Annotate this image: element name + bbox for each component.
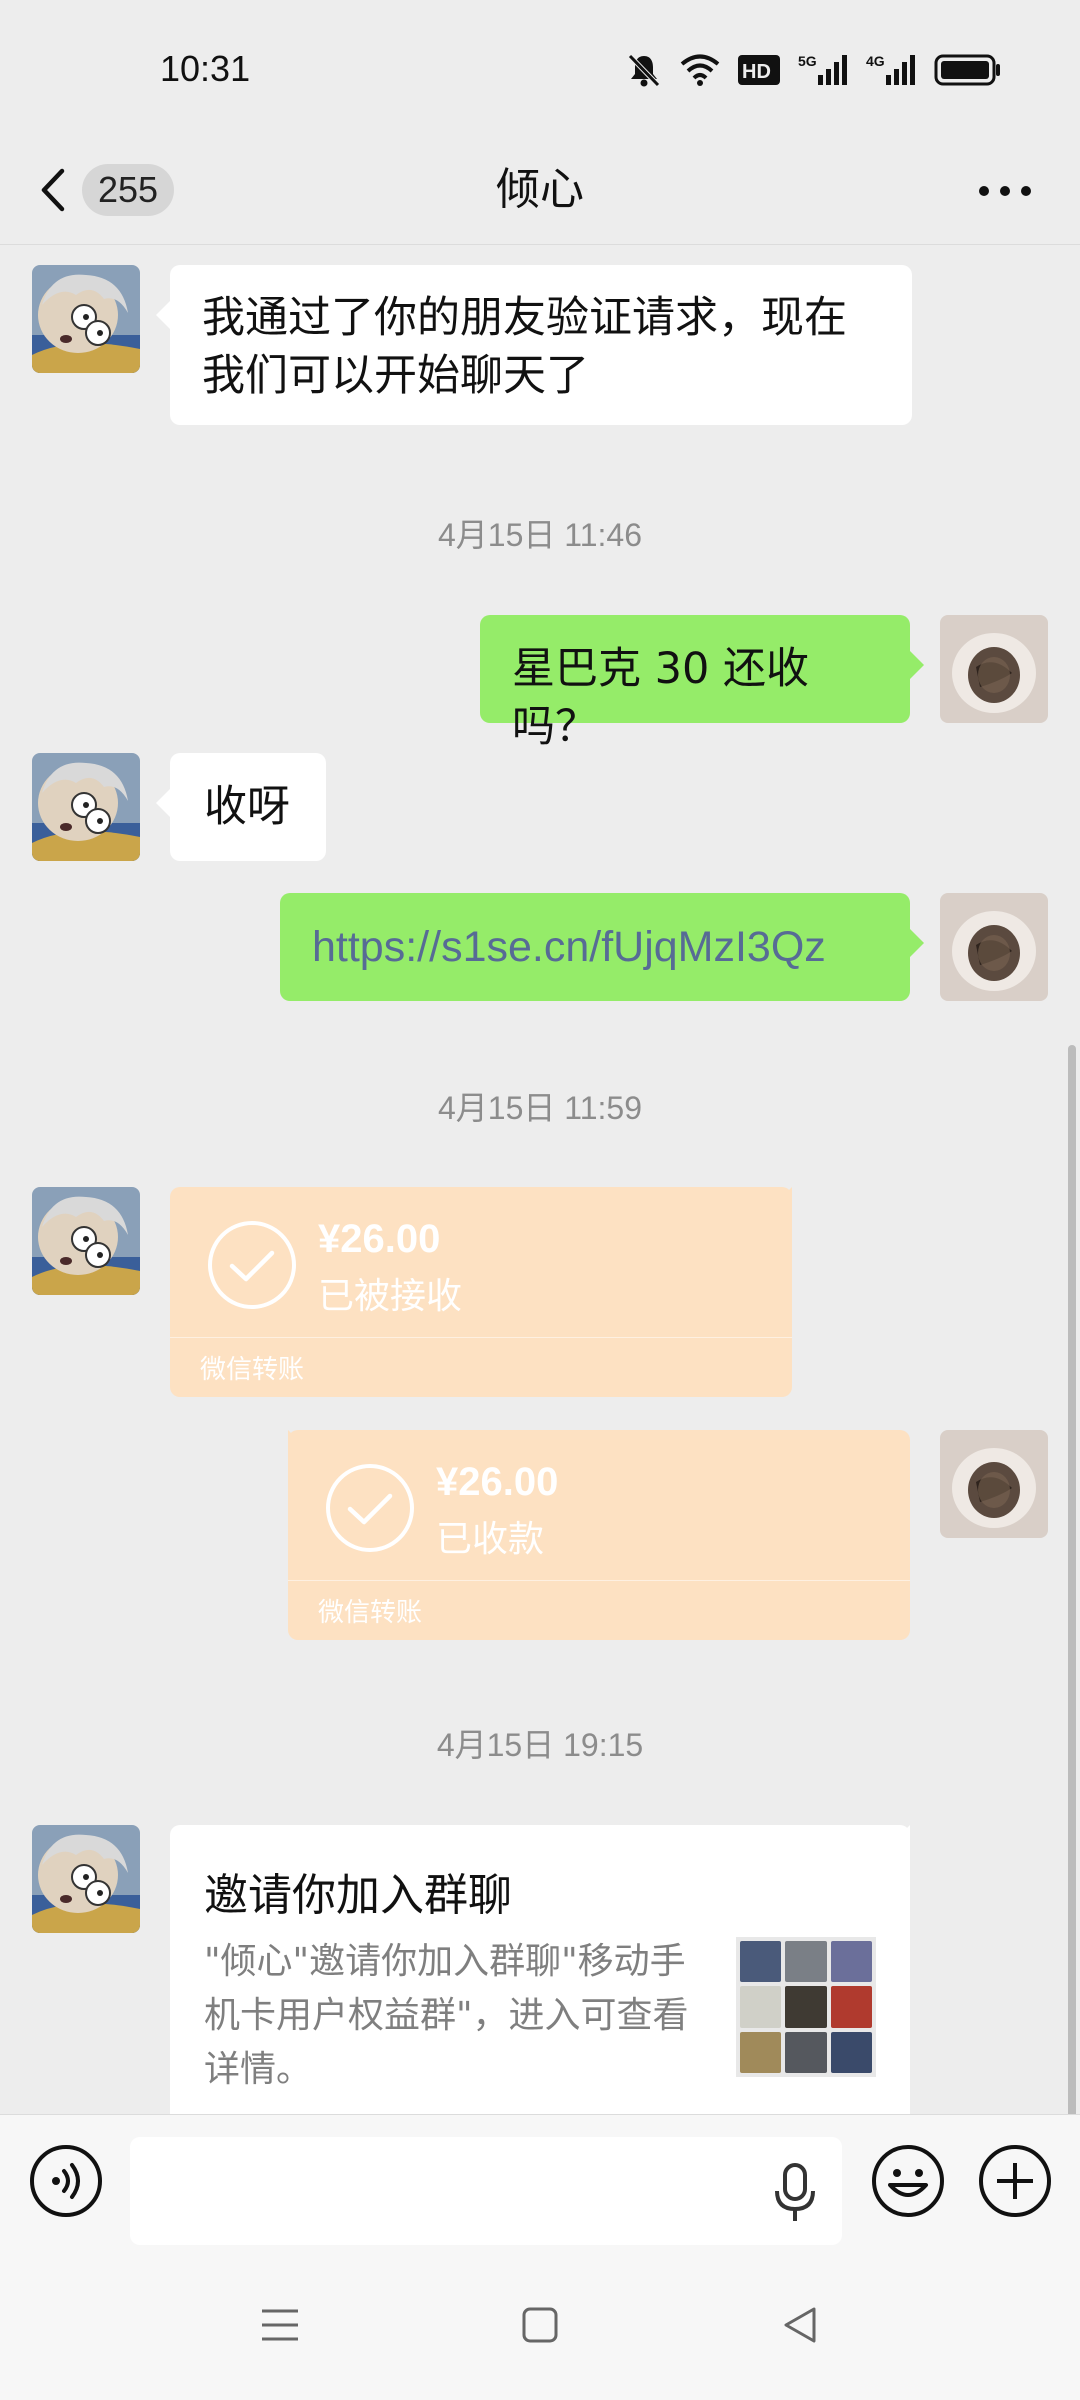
check-circle-icon	[326, 1464, 414, 1552]
menu-nav-button[interactable]	[250, 2295, 310, 2355]
transfer-amount: ¥26.00	[318, 1217, 441, 1261]
svg-text:5G: 5G	[798, 53, 817, 69]
message-link[interactable]: https://s1se.cn/fUjqMzI3Qz	[312, 923, 826, 971]
message-text: 星巴克 30 还收吗？	[512, 644, 810, 752]
mic-icon[interactable]	[770, 2163, 820, 2223]
transfer-card[interactable]: ¥26.00 已被接收 微信转账	[170, 1187, 792, 1397]
message-row: 邀请你加入群聊 "倾心"邀请你加入群聊"移动手 机卡用户权益群"，进入可查看 详…	[0, 1825, 1080, 2115]
message-text: 我们可以开始聊天了	[202, 351, 589, 401]
more-icon	[979, 186, 1031, 196]
transfer-amount: ¥26.00	[436, 1460, 559, 1504]
message-row: 收呀	[0, 753, 1080, 863]
chat-messages[interactable]: 我通过了你的朋友验证请求，现在 我们可以开始聊天了 4月15日 11:46 星巴…	[0, 245, 1080, 2115]
transfer-card[interactable]: ¥26.00 已收款 微信转账	[288, 1430, 910, 1640]
svg-text:HD: HD	[742, 61, 771, 83]
more-button[interactable]	[970, 166, 1040, 216]
contact-avatar[interactable]	[32, 753, 140, 861]
chat-header: 255 倾心	[0, 140, 1080, 245]
message-row: https://s1se.cn/fUjqMzI3Qz	[0, 893, 1080, 1003]
home-nav-button[interactable]	[510, 2295, 570, 2355]
message-text: 收呀	[204, 782, 290, 832]
hd-icon: HD	[738, 55, 780, 85]
transfer-label: 微信转账	[318, 1598, 423, 1628]
contact-avatar[interactable]	[32, 1825, 140, 1933]
timestamp: 4月15日 11:59	[438, 1090, 642, 1126]
message-row: ¥26.00 已收款 微信转账	[0, 1430, 1080, 1645]
battery-icon	[934, 54, 1000, 86]
contact-avatar[interactable]	[32, 265, 140, 373]
plus-icon[interactable]	[977, 2143, 1053, 2219]
message-text: 我通过了你的朋友验证请求，现在	[202, 293, 847, 343]
scrollbar[interactable]	[1068, 1045, 1076, 2115]
message-input[interactable]	[130, 2137, 842, 2245]
group-invite-card[interactable]: 邀请你加入群聊 "倾心"邀请你加入群聊"移动手 机卡用户权益群"，进入可查看 详…	[170, 1825, 910, 2115]
invite-title: 邀请你加入群聊	[204, 1870, 512, 1921]
contact-avatar[interactable]	[32, 1187, 140, 1295]
check-circle-icon	[208, 1221, 296, 1309]
my-avatar[interactable]	[940, 615, 1048, 723]
bell-muted-icon	[628, 54, 660, 87]
status-bar: 10:31 HD 5G 4G	[0, 0, 1080, 140]
triangle-back-icon	[784, 2307, 816, 2343]
voice-icon[interactable]	[28, 2143, 104, 2219]
signal-5g-icon: 5G	[798, 53, 847, 85]
message-row: 星巴克 30 还收吗？	[0, 615, 1080, 752]
message-row: 我通过了你的朋友验证请求，现在 我们可以开始聊天了	[0, 265, 1080, 435]
back-nav-button[interactable]	[770, 2295, 830, 2355]
wifi-icon	[680, 54, 720, 86]
transfer-status: 已被接收	[318, 1276, 463, 1317]
input-bar	[0, 2114, 1080, 2250]
invite-description: "倾心"邀请你加入群聊"移动手 机卡用户权益群"，进入可查看 详情。	[204, 1941, 689, 2090]
timestamp: 4月15日 19:15	[436, 1727, 644, 1763]
emoji-icon[interactable]	[870, 2143, 946, 2219]
menu-icon	[262, 2309, 298, 2341]
chat-title: 倾心	[496, 164, 584, 215]
status-time: 10:31	[160, 48, 251, 89]
my-avatar[interactable]	[940, 893, 1048, 1001]
signal-4g-icon: 4G	[866, 53, 915, 85]
status-icons: HD 5G 4G	[626, 50, 1002, 90]
transfer-status: 已收款	[436, 1519, 545, 1560]
square-icon	[522, 2307, 558, 2343]
my-avatar[interactable]	[940, 1430, 1048, 1538]
message-bubble[interactable]: 收呀	[156, 753, 326, 861]
message-bubble[interactable]: 我通过了你的朋友验证请求，现在 我们可以开始聊天了	[156, 265, 912, 425]
message-row: ¥26.00 已被接收 微信转账	[0, 1187, 1080, 1402]
system-nav-bar	[0, 2250, 1080, 2400]
group-avatar-grid	[736, 1937, 876, 2077]
svg-text:4G: 4G	[866, 53, 885, 69]
message-bubble[interactable]: 星巴克 30 还收吗？	[480, 615, 924, 752]
message-bubble[interactable]: https://s1se.cn/fUjqMzI3Qz	[280, 893, 924, 1001]
timestamp: 4月15日 11:46	[438, 517, 642, 553]
transfer-label: 微信转账	[200, 1355, 305, 1385]
